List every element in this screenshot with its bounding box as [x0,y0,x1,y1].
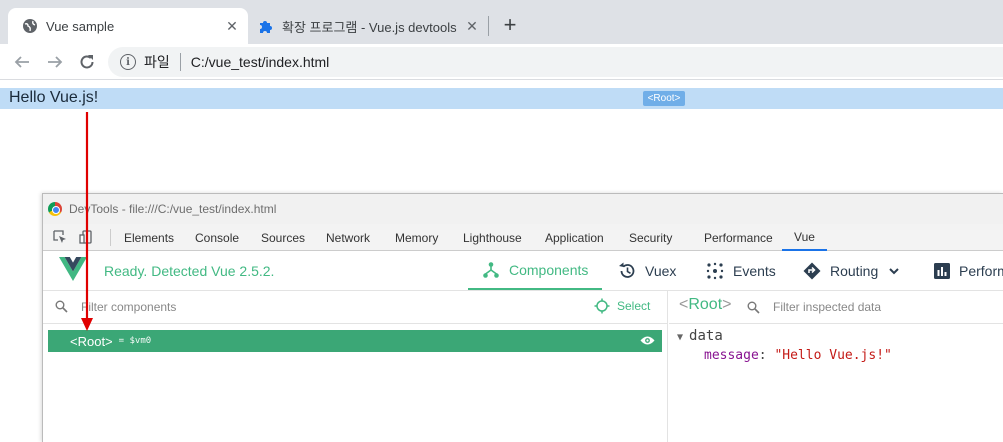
vue-logo-icon [59,257,87,281]
address-bar[interactable]: i 파일 C:/vue_test/index.html [108,47,1003,77]
close-tab-icon[interactable]: ✕ [462,16,482,36]
component-name: <Root> [70,333,113,349]
reload-icon[interactable] [75,50,99,74]
data-section-label: data [689,328,723,344]
tab-application[interactable]: Application [545,224,604,251]
tab-network[interactable]: Network [326,224,370,251]
inspector-header: <Root> Filter inspected data [669,291,1003,324]
eye-icon[interactable] [640,335,655,346]
tab-vue-sample[interactable]: Vue sample ✕ [8,8,248,44]
chevron-down-icon [888,265,900,277]
inspect-element-icon[interactable] [53,230,67,244]
nav-label: Components [509,261,589,278]
devtools-window-title: DevTools - file:///C:/vue_test/index.htm… [69,202,277,216]
tab-divider [488,16,489,36]
vue-status-text: Ready. Detected Vue 2.5.2. [104,263,275,279]
history-icon [618,262,636,280]
nav-label: Vuex [645,262,677,279]
vue-devtools-header: Ready. Detected Vue 2.5.2. Components Vu… [43,251,1003,291]
devtools-tabbar: Elements Console Sources Network Memory … [43,224,1003,251]
component-row-root[interactable]: <Root> = $vm0 [48,330,662,352]
tab-security[interactable]: Security [629,224,672,251]
filter-inspected-input[interactable]: Filter inspected data [773,300,881,314]
events-icon [706,262,724,280]
devtools-window: DevTools - file:///C:/vue_test/index.htm… [42,193,1003,442]
tab-lighthouse[interactable]: Lighthouse [463,224,522,251]
select-component-button[interactable]: Select [594,298,650,314]
close-tab-icon[interactable]: ✕ [222,16,242,36]
nav-label: Events [733,262,776,279]
address-divider [179,53,181,71]
root-overlay-tag: <Root> [643,91,685,106]
caret-down-icon: ▼ [677,332,684,343]
nav-label: Routing [830,262,879,279]
inspect-highlight [0,88,1003,109]
tab-sources[interactable]: Sources [261,224,305,251]
tab-memory[interactable]: Memory [395,224,438,251]
component-vm-ref: = $vm0 [118,336,152,346]
info-icon[interactable]: i [120,54,136,70]
nav-routing[interactable]: Routing [803,251,900,290]
forward-arrow-icon[interactable] [43,50,67,74]
device-toolbar-icon[interactable] [79,230,93,244]
select-label: Select [617,299,651,313]
inspector-panel: <Root> Filter inspected data ▼ data messa… [669,291,1003,442]
inspected-component-label: <Root> [679,296,732,313]
scheme-label: 파일 [144,54,170,70]
component-tree-panel: Filter components Select <Root> = $vm0 [43,291,668,442]
globe-icon [22,18,38,34]
tab-elements[interactable]: Elements [124,224,174,251]
devtools-titlebar: DevTools - file:///C:/vue_test/index.htm… [43,194,1003,224]
data-section-header[interactable]: ▼ data [677,328,723,344]
data-value: "Hello Vue.js!" [774,348,892,363]
tab-vue[interactable]: Vue [782,224,827,251]
tab-title: 확장 프로그램 - Vue.js devtools [282,19,457,35]
components-tree-icon [482,261,500,279]
url-text: C:/vue_test/index.html [190,54,330,70]
puzzle-icon [258,18,274,34]
nav-vuex[interactable]: Vuex [618,251,676,290]
data-key: message [704,348,759,363]
filter-components-bar: Filter components Select [43,291,668,324]
routing-icon [803,262,821,280]
nav-performance[interactable]: Perform [934,251,1003,290]
tab-performance[interactable]: Performance [704,224,773,251]
tab-vue-devtools-extension[interactable]: 확장 프로그램 - Vue.js devtools ✕ [252,8,488,44]
nav-label: Perform [959,262,1003,279]
inspected-component-name: Root [688,296,723,313]
new-tab-button[interactable]: + [498,12,522,38]
search-icon [747,301,760,314]
data-property-row[interactable]: message: "Hello Vue.js!" [704,348,892,363]
back-arrow-icon[interactable] [10,50,34,74]
hello-text: Hello Vue.js! [9,89,99,106]
chrome-logo-icon [48,202,62,216]
tab-title: Vue sample [46,18,115,34]
nav-components[interactable]: Components [468,251,603,290]
filter-components-input[interactable]: Filter components [81,300,176,314]
tab-console[interactable]: Console [195,224,239,251]
toolbar-divider [110,229,111,246]
crosshair-icon [594,298,610,314]
nav-events[interactable]: Events [706,251,776,290]
browser-tabstrip: Vue sample ✕ 확장 프로그램 - Vue.js devtools ✕… [0,0,1003,44]
bar-chart-icon [934,262,950,279]
search-icon [55,300,68,313]
browser-toolbar: i 파일 C:/vue_test/index.html [0,44,1003,80]
